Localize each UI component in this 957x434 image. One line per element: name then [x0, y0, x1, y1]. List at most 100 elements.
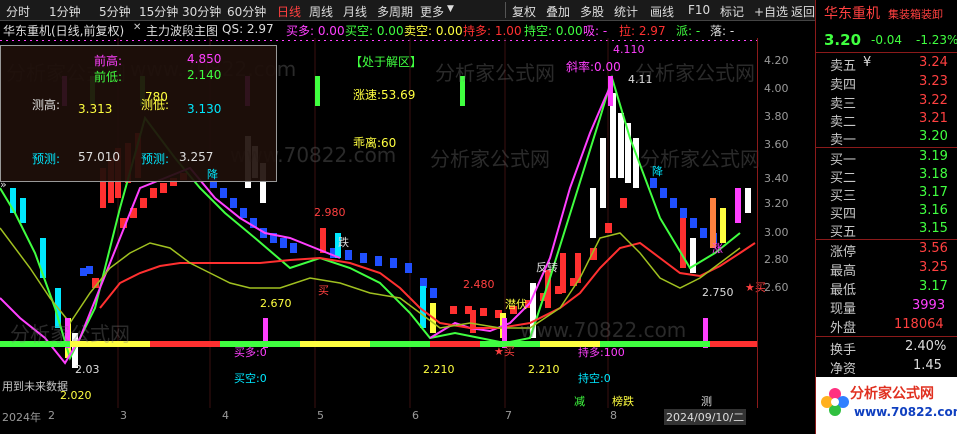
top-dotted-line — [720, 40, 722, 41]
industry-tag[interactable]: 集装箱装卸 — [888, 6, 943, 22]
top-dotted-line — [360, 40, 362, 41]
band-block — [220, 188, 227, 198]
period-tab-monthly[interactable]: 月线 — [343, 3, 367, 20]
candle — [720, 208, 726, 243]
stat-net-assets: 净资 1.45 — [816, 357, 957, 377]
buy-empty-value: 买空: 0.00 — [345, 24, 404, 38]
measure-high-value: 3.313 — [78, 102, 113, 116]
ask-label: 卖一 — [830, 133, 857, 148]
top-dotted-line — [138, 40, 140, 41]
indicator-info-bar: 华东重机(日线,前复权) ✕ 主力波段主图 QS: 2.97 买多: 0.00 … — [0, 21, 815, 38]
ask-price: 3.23 — [919, 74, 948, 89]
band-block — [390, 258, 397, 268]
band-block — [650, 178, 657, 188]
top-dotted-line — [216, 40, 218, 41]
period-tab-multi[interactable]: 多周期 — [377, 3, 413, 20]
top-dotted-line — [324, 40, 326, 41]
back-button[interactable]: 返回 — [791, 3, 815, 20]
add-watchlist-button[interactable]: +自选 — [754, 3, 788, 20]
band-block — [700, 228, 707, 238]
lurk-label: 潜伏 — [505, 298, 527, 311]
top-dotted-line — [312, 40, 314, 41]
stat-value: 3.56 — [919, 241, 948, 256]
adjust-button[interactable]: 复权 — [512, 3, 536, 20]
forecast-value: 57.010 — [78, 150, 120, 164]
top-dotted-line — [168, 40, 170, 41]
bid-price: 3.16 — [919, 203, 948, 218]
period-tab-15min[interactable]: 15分钟 — [139, 3, 178, 20]
f10-button[interactable]: F10 — [688, 3, 710, 17]
period-tab-1min[interactable]: 1分钟 — [49, 3, 81, 20]
overlay-button[interactable]: 叠加 — [546, 3, 570, 20]
y-tick: 3.00 — [764, 226, 789, 239]
stat-label: 净资 — [830, 362, 857, 377]
ask-row-4: 卖四 3.23 — [816, 73, 957, 93]
quote-header: 华东重机 集装箱装卸 — [816, 2, 957, 24]
y-tick: 2.80 — [764, 253, 789, 266]
y-tick: 3.20 — [764, 197, 789, 210]
mark-button[interactable]: 标记 — [720, 3, 744, 20]
top-dotted-line — [378, 40, 380, 41]
bid-row-5: 买五 3.15 — [816, 220, 957, 240]
y-tick: 3.80 — [764, 110, 789, 123]
top-dotted-line — [156, 40, 158, 41]
top-dotted-line — [288, 40, 290, 41]
stats-button[interactable]: 统计 — [614, 3, 638, 20]
top-dotted-line — [426, 40, 428, 41]
top-dotted-line — [78, 40, 80, 41]
top-dotted-line — [48, 40, 50, 41]
hold-empty-value: 持空: 0.00 — [524, 24, 583, 38]
stat-value: 118064 — [894, 317, 944, 332]
top-dotted-line — [540, 40, 542, 41]
top-dotted-line — [510, 40, 512, 41]
stat-label: 换手 — [830, 343, 857, 358]
forecast-label: 预测: — [32, 152, 61, 166]
last-price: 3.20 — [824, 31, 862, 49]
top-dotted-line — [594, 40, 596, 41]
ask-row-3: 卖三 3.22 — [816, 92, 957, 112]
top-dotted-line — [690, 40, 692, 41]
top-dotted-line — [72, 40, 74, 41]
stat-label: 现量 — [830, 302, 857, 317]
top-dotted-line — [390, 40, 392, 41]
period-tab-more[interactable]: 更多 — [420, 3, 444, 20]
hold-many-value: 持多: 1.00 — [463, 24, 522, 38]
deviation-label: 乖离:60 — [353, 136, 397, 150]
candle — [590, 188, 596, 238]
top-dotted-line — [306, 40, 308, 41]
top-dotted-line — [282, 40, 284, 41]
drop-value: 落: - — [710, 24, 735, 38]
band-block — [290, 243, 297, 253]
top-dotted-line — [18, 40, 20, 41]
period-tab-30min[interactable]: 30分钟 — [182, 3, 221, 20]
absorb-value: 吸: - — [583, 24, 608, 38]
top-dotted-line — [396, 40, 398, 41]
top-dotted-line — [198, 40, 200, 41]
period-tab-5min[interactable]: 5分钟 — [99, 3, 131, 20]
top-dotted-line — [624, 40, 626, 41]
top-dotted-line — [0, 40, 2, 41]
period-tab-timeshare[interactable]: 分时 — [6, 3, 30, 20]
chevron-down-icon[interactable]: ▼ — [447, 4, 454, 14]
multi-stock-button[interactable]: 多股 — [580, 3, 604, 20]
period-tab-weekly[interactable]: 周线 — [309, 3, 333, 20]
draw-line-button[interactable]: 画线 — [650, 3, 674, 20]
x-tick: 4 — [222, 409, 229, 422]
peak2-label: 4.11 — [628, 73, 653, 86]
indicator-name[interactable]: 主力波段主图 — [146, 22, 218, 39]
signal-bar — [608, 76, 613, 106]
label-203: 2.03 — [75, 363, 100, 376]
top-dotted-line — [96, 40, 98, 41]
y-tick: 3.60 — [764, 138, 789, 151]
candle — [320, 228, 326, 253]
prev-high-value: 4.850 — [187, 52, 222, 66]
close-icon[interactable]: ✕ — [133, 22, 141, 33]
period-tab-daily[interactable]: 日线 — [277, 3, 301, 20]
top-dotted-line — [744, 40, 746, 41]
measure-high-label: 测高: — [32, 98, 61, 112]
expand-arrow-icon[interactable]: » — [0, 178, 7, 191]
period-tab-60min[interactable]: 60分钟 — [227, 3, 266, 20]
top-dotted-line — [144, 40, 146, 41]
buy-star-label-2: ★买 — [494, 345, 515, 358]
stock-name: 华东重机 — [824, 6, 880, 22]
